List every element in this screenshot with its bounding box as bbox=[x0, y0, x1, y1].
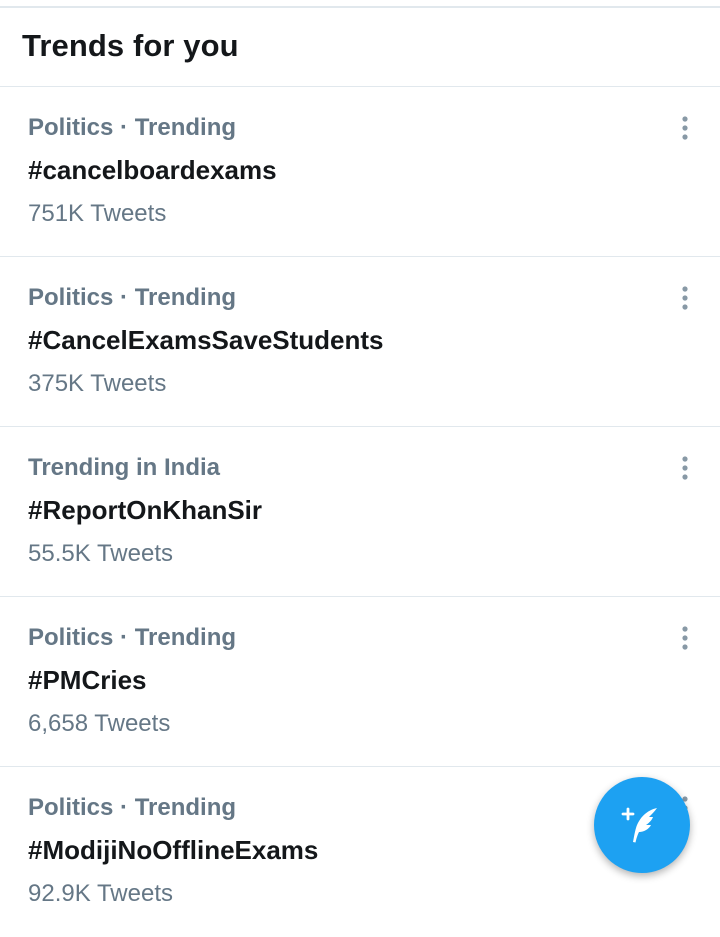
more-vertical-icon bbox=[682, 456, 688, 480]
trend-name: #ModijiNoOfflineExams bbox=[28, 835, 319, 865]
trend-tweet-count: 55.5K Tweets bbox=[28, 540, 173, 567]
trend-context: Trending in India bbox=[28, 454, 220, 481]
trend-tweet-count: 92.9K Tweets bbox=[28, 880, 173, 907]
trend-item[interactable]: Politics · Trending #PMCries 6,658 Tweet… bbox=[0, 597, 720, 767]
trend-name: #cancelboardexams bbox=[28, 155, 277, 185]
more-options-button[interactable] bbox=[670, 113, 700, 143]
trend-tweet-count: 375K Tweets bbox=[28, 370, 167, 397]
more-vertical-icon bbox=[682, 286, 688, 310]
trend-context: Politics · Trending bbox=[28, 624, 237, 651]
trend-context: Politics · Trending bbox=[28, 284, 237, 311]
trend-item[interactable]: Politics · Trending #cancelboardexams 75… bbox=[0, 87, 720, 257]
trend-tweet-count: 751K Tweets bbox=[28, 200, 167, 227]
compose-tweet-icon bbox=[621, 807, 657, 843]
trend-tweet-count: 6,658 Tweets bbox=[28, 710, 171, 737]
more-options-button[interactable] bbox=[670, 453, 700, 483]
trend-item[interactable]: Politics · Trending #CancelExamsSaveStud… bbox=[0, 257, 720, 427]
trend-name: #PMCries bbox=[28, 665, 147, 695]
trend-name: #ReportOnKhanSir bbox=[28, 495, 263, 525]
trend-name: #CancelExamsSaveStudents bbox=[28, 325, 384, 355]
page-title: Trends for you bbox=[22, 28, 239, 63]
more-vertical-icon bbox=[682, 626, 688, 650]
compose-tweet-button[interactable] bbox=[594, 777, 690, 873]
more-options-button[interactable] bbox=[670, 283, 700, 313]
trends-header: Trends for you bbox=[0, 8, 720, 87]
trend-item[interactable]: Trending in India #ReportOnKhanSir 55.5K… bbox=[0, 427, 720, 597]
more-options-button[interactable] bbox=[670, 623, 700, 653]
trend-context: Politics · Trending bbox=[28, 114, 237, 141]
trend-context: Politics · Trending bbox=[28, 794, 237, 821]
more-vertical-icon bbox=[682, 116, 688, 140]
